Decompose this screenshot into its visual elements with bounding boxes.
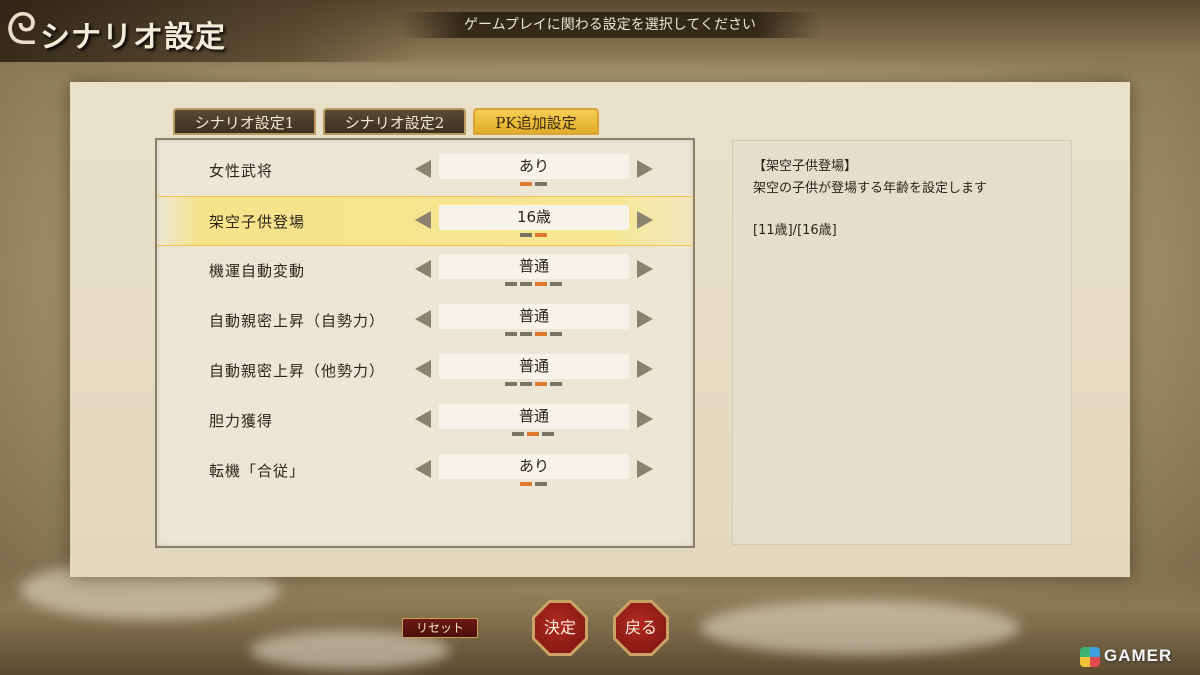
option-indicator (505, 332, 562, 336)
option-pip (520, 233, 532, 237)
gamer-logo-icon (1080, 647, 1100, 667)
setting-label: 女性武将 (209, 162, 274, 180)
option-pip (535, 282, 547, 286)
arrow-left-icon[interactable] (415, 160, 431, 178)
arrow-left-icon[interactable] (415, 460, 431, 478)
setting-label: 機運自動変動 (209, 262, 306, 280)
option-pip (505, 382, 517, 386)
option-pip (550, 282, 562, 286)
back-button-label: 戻る (616, 603, 666, 653)
setting-label: 架空子供登場 (209, 213, 306, 231)
option-pip (535, 332, 547, 336)
arrow-right-icon[interactable] (637, 310, 653, 328)
option-pip (535, 482, 547, 486)
description-title: 【架空子供登場】 (753, 159, 858, 174)
gamer-watermark: GAMER (1080, 646, 1196, 668)
option-indicator (520, 182, 547, 186)
option-indicator (512, 432, 554, 436)
setting-label: 自動親密上昇（他勢力） (209, 362, 386, 380)
description-text: 架空の子供が登場する年齢を設定します (753, 181, 988, 196)
setting-row-fictional-children[interactable]: 架空子供登場 16歳 (157, 196, 693, 246)
title-swirl-icon: ᘓ (6, 4, 37, 55)
arrow-right-icon[interactable] (637, 160, 653, 178)
option-pip (535, 233, 547, 237)
setting-label: 自動親密上昇（自勢力） (209, 312, 386, 330)
arrow-left-icon[interactable] (415, 211, 431, 229)
setting-row-intimacy-other[interactable]: 自動親密上昇（他勢力） 普通 (157, 346, 693, 396)
setting-value: 普通 (439, 304, 629, 329)
setting-label: 転機「合従」 (209, 462, 306, 480)
option-pip (535, 382, 547, 386)
option-pip (520, 332, 532, 336)
option-pip (520, 382, 532, 386)
option-pip (505, 332, 517, 336)
watermark-text: GAMER (1104, 646, 1173, 665)
option-indicator (520, 482, 547, 486)
option-pip (520, 182, 532, 186)
setting-value: 普通 (439, 254, 629, 279)
page-title: シナリオ設定 (40, 20, 226, 55)
option-indicator (505, 382, 562, 386)
setting-label: 胆力獲得 (209, 412, 274, 430)
setting-row-turning-point-alliance[interactable]: 転機「合従」 あり (157, 446, 693, 496)
option-indicator (505, 282, 562, 286)
setting-value: あり (439, 154, 629, 179)
option-pip (550, 332, 562, 336)
setting-row-courage-gain[interactable]: 胆力獲得 普通 (157, 396, 693, 446)
setting-value: あり (439, 454, 629, 479)
arrow-right-icon[interactable] (637, 211, 653, 229)
header-hint: ゲームプレイに関わる設定を選択してください (464, 17, 756, 33)
setting-row-intimacy-own[interactable]: 自動親密上昇（自勢力） 普通 (157, 296, 693, 346)
settings-list: 女性武将 あり 架空子供登場 16歳 機運自動変動 普通 自動親密上昇（自勢力）… (155, 138, 695, 548)
setting-value: 16歳 (439, 205, 629, 230)
option-pip (550, 382, 562, 386)
background-cloud (700, 600, 1020, 655)
arrow-right-icon[interactable] (637, 360, 653, 378)
tab-pk-additional-settings[interactable]: PK追加設定 (473, 108, 599, 135)
setting-row-momentum-auto-change[interactable]: 機運自動変動 普通 (157, 246, 693, 296)
arrow-left-icon[interactable] (415, 260, 431, 278)
back-button[interactable]: 戻る (613, 600, 669, 656)
tab-scenario-settings-2[interactable]: シナリオ設定2 (323, 108, 466, 135)
arrow-left-icon[interactable] (415, 410, 431, 428)
arrow-right-icon[interactable] (637, 460, 653, 478)
option-pip (505, 282, 517, 286)
arrow-right-icon[interactable] (637, 260, 653, 278)
option-pip (520, 482, 532, 486)
option-pip (512, 432, 524, 436)
tab-scenario-settings-1[interactable]: シナリオ設定1 (173, 108, 316, 135)
option-pip (527, 432, 539, 436)
description-panel: 【架空子供登場】 架空の子供が登場する年齢を設定します [11歳]/[16歳] (732, 140, 1072, 545)
option-pip (520, 282, 532, 286)
setting-value: 普通 (439, 404, 629, 429)
arrow-left-icon[interactable] (415, 310, 431, 328)
setting-row-female-officers[interactable]: 女性武将 あり (157, 146, 693, 196)
setting-value: 普通 (439, 354, 629, 379)
arrow-left-icon[interactable] (415, 360, 431, 378)
confirm-button[interactable]: 決定 (532, 600, 588, 656)
description-range: [11歳]/[16歳] (753, 223, 837, 238)
option-indicator (520, 233, 547, 237)
reset-button[interactable]: リセット (402, 618, 478, 638)
arrow-right-icon[interactable] (637, 410, 653, 428)
confirm-button-label: 決定 (535, 603, 585, 653)
title-banner: ᘓ シナリオ設定 (0, 0, 420, 62)
option-pip (542, 432, 554, 436)
option-pip (535, 182, 547, 186)
